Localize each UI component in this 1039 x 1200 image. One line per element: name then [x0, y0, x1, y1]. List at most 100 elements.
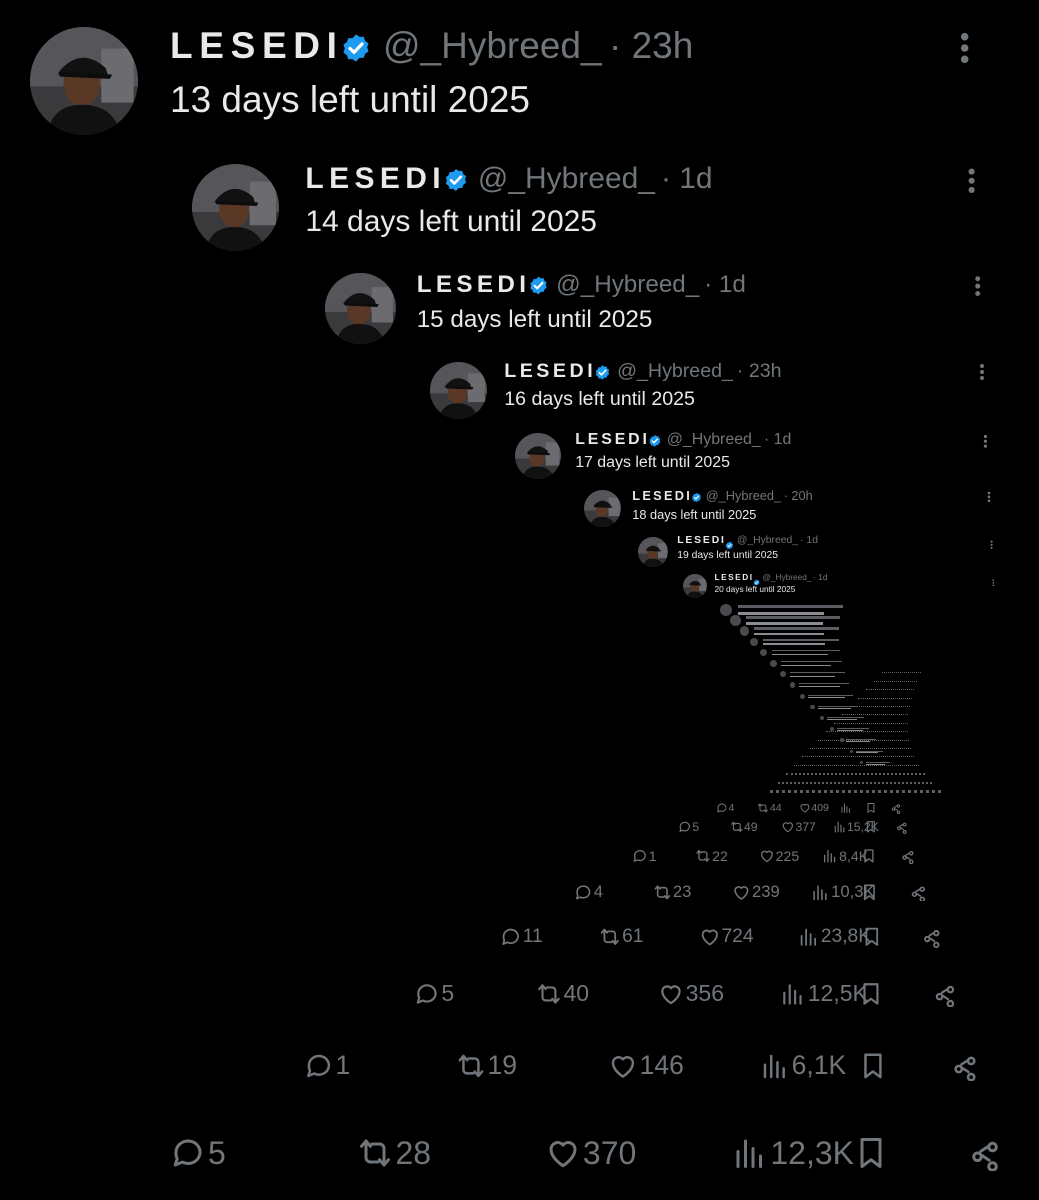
timestamp[interactable]: · 1d: [813, 572, 827, 582]
like-button[interactable]: 239: [732, 882, 780, 902]
avatar[interactable]: [430, 362, 488, 420]
nested-tweet-text-line: [780, 664, 832, 666]
more-options-button[interactable]: [987, 490, 991, 508]
avatar[interactable]: [515, 433, 562, 480]
more-options-button[interactable]: [990, 537, 993, 555]
author-name[interactable]: LESEDI: [677, 535, 726, 546]
nested-tweet-text-line: [865, 763, 886, 765]
more-options-button[interactable]: [992, 573, 995, 591]
timestamp[interactable]: · 1d: [661, 162, 713, 196]
author-name[interactable]: LESEDI: [715, 572, 754, 582]
like-button[interactable]: 146: [608, 1050, 684, 1081]
timestamp[interactable]: · 1d: [764, 431, 791, 449]
share-button[interactable]: [921, 926, 943, 948]
bookmark-button[interactable]: [861, 848, 877, 864]
avatar[interactable]: [584, 490, 622, 528]
reply-button[interactable]: 5: [678, 820, 699, 834]
like-button[interactable]: 377: [781, 820, 816, 834]
views-chart-icon: [736, 1139, 763, 1168]
author-handle[interactable]: @_Hybreed_: [478, 162, 655, 196]
more-options-button[interactable]: [959, 31, 970, 70]
bookmark-button[interactable]: [853, 1135, 889, 1171]
views-button[interactable]: [840, 802, 853, 814]
bookmark-button[interactable]: [864, 820, 878, 834]
views-button[interactable]: 6,1K: [760, 1050, 846, 1081]
repost-button[interactable]: 19: [456, 1050, 517, 1081]
bookmark-button[interactable]: [858, 1051, 888, 1081]
timestamp[interactable]: · 23h: [609, 25, 693, 67]
timestamp[interactable]: · 1d: [704, 271, 746, 299]
author-name[interactable]: LESEDI: [417, 271, 531, 299]
repost-button[interactable]: 44: [757, 802, 782, 814]
author-handle[interactable]: @_Hybreed_: [737, 535, 798, 546]
bookmark-icon: [863, 983, 879, 1005]
timestamp[interactable]: · 20h: [784, 488, 813, 503]
like-count: 225: [775, 848, 800, 864]
like-button[interactable]: 370: [545, 1135, 636, 1171]
repost-button[interactable]: 49: [730, 820, 757, 834]
bookmark-button[interactable]: [861, 926, 883, 948]
more-options-button[interactable]: [974, 275, 981, 302]
share-button[interactable]: [950, 1051, 980, 1081]
bookmark-button[interactable]: [865, 802, 877, 814]
like-button[interactable]: 356: [658, 980, 724, 1007]
reply-button[interactable]: 5: [170, 1135, 226, 1171]
repost-button[interactable]: 22: [695, 848, 728, 864]
views-button[interactable]: 12,5K: [780, 980, 868, 1007]
share-button[interactable]: [967, 1135, 1003, 1171]
reply-button[interactable]: 11: [500, 926, 543, 948]
author-handle[interactable]: @_Hybreed_: [617, 360, 733, 383]
author-handle[interactable]: @_Hybreed_: [383, 25, 602, 67]
reply-button[interactable]: 4: [574, 882, 603, 902]
share-button[interactable]: [909, 883, 928, 902]
repost-button[interactable]: 40: [536, 980, 589, 1007]
bookmark-button[interactable]: [858, 981, 884, 1007]
bookmark-button[interactable]: [860, 883, 879, 902]
more-options-button[interactable]: [967, 167, 976, 200]
reply-button[interactable]: 5: [414, 980, 455, 1007]
more-options-button[interactable]: [979, 363, 985, 386]
author-name[interactable]: LESEDI: [504, 360, 596, 383]
like-button[interactable]: 409: [799, 802, 829, 814]
author-handle[interactable]: @_Hybreed_: [762, 572, 811, 582]
share-button[interactable]: [932, 981, 958, 1007]
author-name[interactable]: LESEDI: [305, 162, 446, 196]
share-button[interactable]: [895, 820, 909, 834]
more-options-button[interactable]: [983, 434, 988, 454]
repost-icon: [730, 821, 743, 833]
repost-button[interactable]: 23: [653, 882, 691, 902]
reply-button[interactable]: 1: [632, 848, 657, 864]
author-name[interactable]: LESEDI: [632, 488, 692, 503]
repost-button[interactable]: 61: [599, 926, 643, 948]
avatar[interactable]: [192, 164, 280, 252]
views-chart-icon: [813, 884, 827, 900]
author-name[interactable]: LESEDI: [575, 431, 650, 449]
avatar[interactable]: [325, 273, 396, 344]
reply-button[interactable]: 1: [304, 1050, 350, 1081]
author-name[interactable]: LESEDI: [170, 25, 344, 67]
avatar[interactable]: [30, 27, 138, 135]
author-handle[interactable]: @_Hybreed_: [706, 488, 781, 503]
reply-count: 5: [441, 980, 455, 1007]
views-button[interactable]: 12,3K: [732, 1135, 854, 1171]
author-handle[interactable]: @_Hybreed_: [667, 431, 761, 449]
author-handle[interactable]: @_Hybreed_: [556, 271, 699, 299]
share-button[interactable]: [900, 848, 916, 864]
bookmark-icon: [864, 884, 876, 900]
like-button[interactable]: 724: [699, 926, 754, 948]
share-button[interactable]: [890, 802, 902, 814]
repost-button[interactable]: 28: [357, 1135, 431, 1171]
tweet-text: 19 days left until 2025: [677, 550, 778, 562]
verified-badge: [594, 364, 611, 386]
avatar[interactable]: [683, 574, 708, 599]
timestamp[interactable]: · 1d: [800, 535, 818, 546]
reply-button[interactable]: 4: [716, 802, 734, 814]
avatar-image: [325, 273, 396, 344]
recursive-tweet-screenshot: LESEDI @_Hybreed_ · 23h 13 days left until …: [0, 0, 1039, 1200]
avatar[interactable]: [638, 537, 669, 568]
like-button[interactable]: 225: [759, 848, 799, 864]
nested-tweet-text-line: [827, 719, 857, 721]
reply-icon: [717, 803, 727, 813]
timestamp[interactable]: · 23h: [737, 360, 782, 383]
nested-tweet-text-line: [836, 730, 864, 732]
